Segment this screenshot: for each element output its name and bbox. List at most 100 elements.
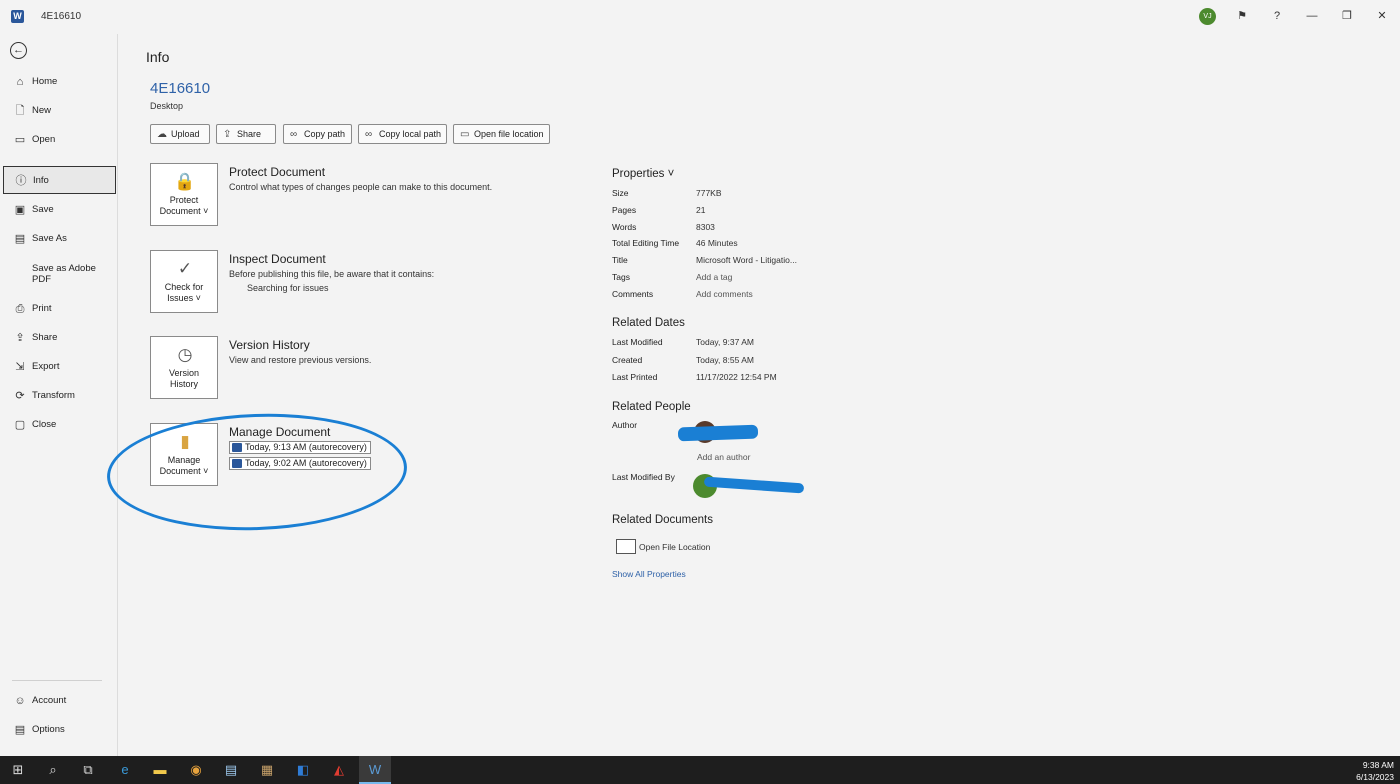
restore-button[interactable]: ❐ [1340,9,1354,23]
lock-icon: 🔒 [174,172,196,191]
edge-icon[interactable]: e [116,761,134,779]
outlook-icon[interactable]: ◧ [294,761,312,779]
windows-start-icon[interactable]: ⊞ [9,761,27,779]
cloud-upload-icon: ☁ [157,129,167,140]
open-file-location-link[interactable]: Open File Location [639,542,710,552]
sidebar-item-transform[interactable]: ⟳ Transform [3,382,116,410]
chrome-icon[interactable]: ◉ [187,761,205,779]
inspect-status: Searching for issues [247,283,329,293]
share-icon: ⇪ [223,129,232,140]
sidebar-item-label: Open [32,134,56,145]
sidebar-item-print[interactable]: ⎙ Print [3,295,116,323]
windows-taskbar: ⊞ ⌕ ⧉ e ▬ ◉ ▤ ▦ ◧ ◭ W 9:38 AM 6/13/2023 [0,756,1400,784]
file-explorer-icon[interactable]: ▬ [151,761,169,779]
tags-field[interactable]: Add a tag [696,272,732,282]
author-label: Author [612,420,638,430]
close-folder-icon: ▢ [14,419,26,431]
sidebar-item-save-as-adobe-pdf[interactable]: Save as Adobe PDF [3,255,116,289]
back-arrow-icon[interactable]: ← [10,42,27,59]
protect-document-button[interactable]: 🔒 Protect Document ˅ [150,163,218,226]
folder-icon [616,539,636,554]
help-button[interactable]: ? [1270,9,1284,23]
version-history-title: Version History [229,338,310,352]
sidebar-item-save[interactable]: ▣ Save [3,196,116,224]
system-clock[interactable]: 9:38 AM 6/13/2023 [1356,759,1394,783]
property-row: Size 777KB [612,188,722,198]
title-field[interactable]: Microsoft Word - Litigatio... [696,255,797,265]
user-avatar[interactable]: VJ [1199,8,1216,25]
date-row: Last Printed 11/17/2022 12:54 PM [612,372,777,382]
sidebar-item-info[interactable]: ⓘ Info [3,166,116,194]
sidebar-item-label: Export [32,361,60,372]
inspect-document-title: Inspect Document [229,252,326,266]
sidebar-item-label: Account [32,695,67,706]
property-row: Pages 21 [612,205,706,215]
sidebar-item-account[interactable]: ☺ Account [3,687,116,715]
sidebar-item-options[interactable]: ▤ Options [3,716,116,744]
home-icon: ⌂ [16,76,24,88]
minimize-button[interactable]: — [1305,9,1319,23]
sidebar-item-label: Save As [32,233,67,244]
sidebar-item-open[interactable]: ▭ Open [3,126,116,154]
share-button[interactable]: ⇪ Share [216,124,276,144]
info-icon: ⓘ [15,175,27,187]
version-history-button[interactable]: ◷ Version History [150,336,218,399]
print-icon: ⎙ [15,303,25,315]
date-row: Created Today, 8:55 AM [612,355,754,365]
sidebar-item-save-as[interactable]: ▤ Save As [3,225,116,253]
last-modified-by-label: Last Modified By [612,472,675,482]
save-as-icon: ▤ [14,233,26,245]
backstage-sidebar: ← ⌂ Home 🗋 New ▭ Open ⓘ Info ▣ Save ▤ Sa… [0,34,118,756]
folder-open-icon: ▭ [14,134,26,146]
sidebar-item-label: Home [32,76,58,87]
share-icon: ⇪ [15,332,25,344]
sidebar-item-new[interactable]: 🗋 New [3,97,116,125]
redaction-scribble [677,424,759,442]
inspect-document-description: Before publishing this file, be aware th… [229,269,435,279]
close-window-button[interactable]: ✕ [1375,9,1389,23]
window-title: 4E16610 [41,11,82,22]
sidebar-item-label: Save as Adobe PDF [32,263,96,285]
acrobat-icon[interactable]: ◭ [330,761,348,779]
redaction-scribble [703,476,805,494]
copy-path-button[interactable]: ∞ Copy path [283,124,352,144]
sidebar-item-label: New [32,105,52,116]
sidebar-item-home[interactable]: ⌂ Home [3,68,116,96]
show-all-properties-link[interactable]: Show All Properties [612,569,686,579]
search-icon[interactable]: ⌕ [44,761,62,779]
page-title: Info [146,49,170,65]
app-icon[interactable]: ▦ [258,761,276,779]
folder-icon: ▭ [460,129,470,140]
version-history-description: View and restore previous versions. [229,355,372,365]
account-icon: ☺ [14,695,26,707]
open-file-location-button[interactable]: ▭ Open file location [453,124,550,144]
word-taskbar-icon[interactable]: W [359,756,391,784]
feedback-icon[interactable]: ⚑ [1235,9,1249,23]
comments-field[interactable]: Add comments [696,289,753,299]
related-dates-heading: Related Dates [612,317,685,329]
sidebar-item-label: Save [32,204,54,215]
property-row: Comments Add comments [612,289,753,299]
property-row: Words 8303 [612,222,715,232]
sidebar-item-share[interactable]: ⇪ Share [3,324,116,352]
sidebar-divider [12,680,102,681]
document-name: 4E16610 [150,80,211,97]
copy-local-path-button[interactable]: ∞ Copy local path [358,124,447,144]
sidebar-item-label: Share [32,332,58,343]
inspect-document-icon: ✓ [177,259,193,278]
sidebar-item-export[interactable]: ⇲ Export [3,353,116,381]
property-row: Total Editing Time 46 Minutes [612,238,738,248]
properties-dropdown[interactable]: Properties ˅ [612,168,674,180]
sidebar-item-label: Close [32,419,57,430]
sidebar-item-close[interactable]: ▢ Close [3,411,116,439]
upload-button[interactable]: ☁ Upload [150,124,210,144]
notepad-icon[interactable]: ▤ [222,761,240,779]
check-for-issues-button[interactable]: ✓ Check for Issues ˅ [150,250,218,313]
info-pane: Info 4E16610 Desktop ☁ Upload ⇪ Share ∞ Cop… [105,34,1400,756]
link-icon: ∞ [290,129,298,140]
link-icon: ∞ [365,129,373,140]
related-people-heading: Related People [612,401,691,413]
task-view-icon[interactable]: ⧉ [79,761,97,779]
date-row: Last Modified Today, 9:37 AM [612,337,754,347]
add-author-link[interactable]: Add an author [697,452,750,462]
